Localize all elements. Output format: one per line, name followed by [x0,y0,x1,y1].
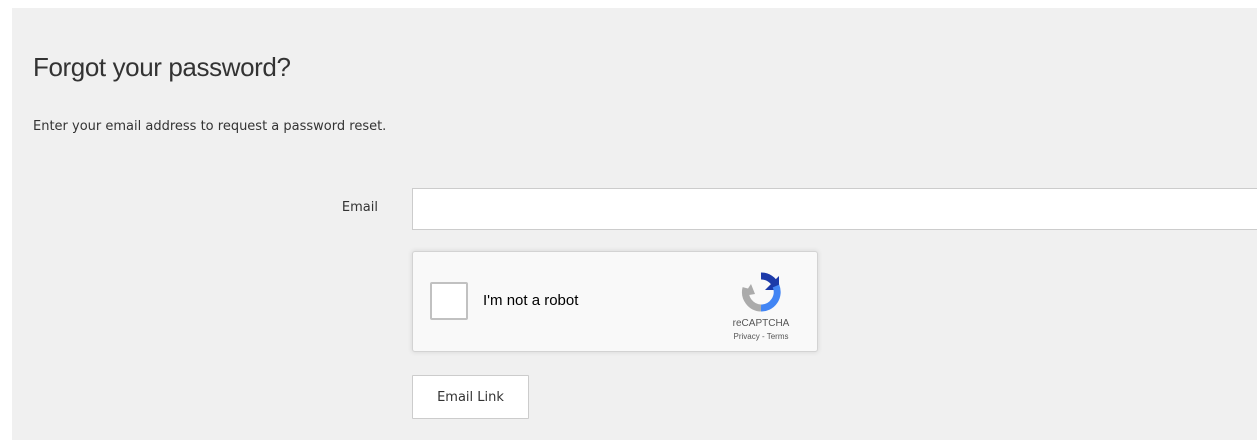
email-label: Email [341,200,378,215]
recaptcha-checkbox[interactable] [430,282,468,320]
recaptcha-links: Privacy - Terms [713,332,809,341]
recaptcha-widget: I'm not a robot reCAPTCHA Privacy - Term… [412,251,818,352]
recaptcha-checkbox-label: I'm not a robot [483,292,579,309]
email-input[interactable] [412,188,1257,230]
instructions-text: Enter your email address to request a pa… [33,119,387,134]
email-link-button[interactable]: Email Link [412,375,529,419]
terms-link[interactable]: Terms [767,332,789,341]
recaptcha-logo-icon [742,272,781,312]
page-title: Forgot your password? [33,52,291,82]
recaptcha-brand: reCAPTCHA [732,318,790,329]
link-separator: - [759,332,767,341]
page: Forgot your password? Enter your email a… [0,0,1257,440]
privacy-link[interactable]: Privacy [734,332,760,341]
